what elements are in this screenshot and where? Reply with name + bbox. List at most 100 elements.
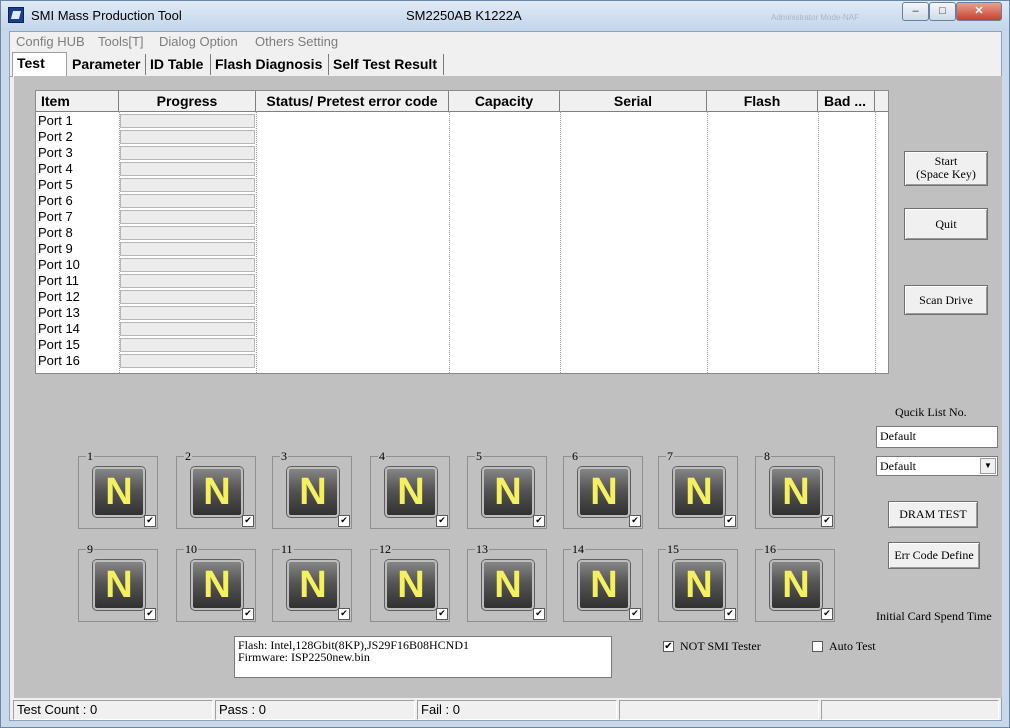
port-row-label[interactable]: Port 13 [38,305,80,321]
port-row-label[interactable]: Port 8 [38,225,73,241]
port-status-3[interactable]: 3 N ✔ [272,449,352,529]
port-enable-checkbox[interactable]: ✔ [242,608,254,620]
tab-self-test-result[interactable]: Self Test Result [329,54,444,75]
port-enable-checkbox[interactable]: ✔ [533,515,545,527]
col-progress[interactable]: Progress [119,91,256,111]
port-status-icon: N [93,467,145,517]
port-enable-checkbox[interactable]: ✔ [242,515,254,527]
menu-others-setting[interactable]: Others Setting [255,34,338,49]
port-status-6[interactable]: 6 N ✔ [563,449,643,529]
maximize-button[interactable]: □ [929,2,956,21]
port-status-12[interactable]: 12 N ✔ [370,542,450,622]
col-bad[interactable]: Bad ... [818,91,875,111]
port-status-glyph: N [299,471,327,513]
dram-test-button[interactable]: DRAM TEST [888,501,978,528]
port-row-label[interactable]: Port 16 [38,353,80,369]
port-status-14[interactable]: 14 N ✔ [563,542,643,622]
port-enable-checkbox[interactable]: ✔ [533,608,545,620]
port-row-label[interactable]: Port 11 [38,273,79,289]
port-row-label[interactable]: Port 4 [38,161,73,177]
port-enable-checkbox[interactable]: ✔ [338,608,350,620]
port-status-2[interactable]: 2 N ✔ [176,449,256,529]
col-serial[interactable]: Serial [560,91,707,111]
port-progress-bar [120,338,255,352]
auto-test-checkbox[interactable] [812,641,823,652]
port-status-11[interactable]: 11 N ✔ [272,542,352,622]
col-status[interactable]: Status/ Pretest error code [256,91,449,111]
port-enable-checkbox[interactable]: ✔ [436,608,448,620]
port-enable-checkbox[interactable]: ✔ [724,515,736,527]
port-progress-bar [120,354,255,368]
menu-dialog-option[interactable]: Dialog Option [159,34,238,49]
port-status-1[interactable]: 1 N ✔ [78,449,158,529]
port-row-label[interactable]: Port 2 [38,129,73,145]
port-status-8[interactable]: 8 N ✔ [755,449,835,529]
quick-list-select[interactable]: Default ▼ [876,456,998,476]
port-row-label[interactable]: Port 10 [38,257,80,273]
port-number-label: 15 [666,542,680,557]
port-status-icon: N [287,467,339,517]
minimize-button[interactable]: – [902,2,929,21]
port-enable-checkbox[interactable]: ✔ [821,608,833,620]
status-cell [619,700,819,720]
port-progress-bar [120,130,255,144]
port-status-16[interactable]: 16 N ✔ [755,542,835,622]
quick-list-input[interactable]: Default [876,426,998,448]
pass-count: Pass : 0 [215,700,415,720]
chip-model: SM2250AB K1222A [406,8,522,23]
port-status-icon: N [770,467,822,517]
port-enable-checkbox[interactable]: ✔ [821,515,833,527]
fail-count: Fail : 0 [417,700,617,720]
port-status-5[interactable]: 5 N ✔ [467,449,547,529]
menu-config-hub[interactable]: Config HUB [16,34,85,49]
tab-parameter[interactable]: Parameter [68,54,146,75]
port-grid[interactable]: Item Progress Status/ Pretest error code… [35,90,889,374]
port-enable-checkbox[interactable]: ✔ [144,515,156,527]
scan-drive-button[interactable]: Scan Drive [904,285,988,315]
menu-bar: Config HUB Tools[T] Dialog Option Others… [10,32,1001,52]
test-count: Test Count : 0 [13,700,213,720]
close-button[interactable]: ✕ [956,2,1002,21]
port-enable-checkbox[interactable]: ✔ [338,515,350,527]
port-number-label: 12 [378,542,392,557]
port-status-icon: N [385,560,437,610]
quit-button[interactable]: Quit [904,208,988,240]
port-enable-checkbox[interactable]: ✔ [724,608,736,620]
port-row-label[interactable]: Port 12 [38,289,80,305]
grid-divider [818,111,819,373]
port-status-7[interactable]: 7 N ✔ [658,449,738,529]
start-button[interactable]: Start (Space Key) [904,151,988,186]
port-row-label[interactable]: Port 9 [38,241,73,257]
chevron-down-icon[interactable]: ▼ [980,458,996,474]
tab-test[interactable]: Test [12,52,67,77]
tab-id-table[interactable]: ID Table [146,54,211,75]
not-smi-tester-checkbox[interactable]: ✔ [663,641,674,652]
col-flash[interactable]: Flash [707,91,818,111]
port-row-label[interactable]: Port 3 [38,145,73,161]
status-cell [821,700,999,720]
port-row-label[interactable]: Port 7 [38,209,73,225]
port-enable-checkbox[interactable]: ✔ [144,608,156,620]
err-code-define-button[interactable]: Err Code Define [888,542,980,569]
port-enable-checkbox[interactable]: ✔ [629,608,641,620]
port-status-icon: N [191,560,243,610]
port-number-label: 5 [475,449,483,464]
col-capacity[interactable]: Capacity [449,91,560,111]
port-status-4[interactable]: 4 N ✔ [370,449,450,529]
menu-tools[interactable]: Tools[T] [98,34,144,49]
port-row-label[interactable]: Port 6 [38,193,73,209]
port-status-13[interactable]: 13 N ✔ [467,542,547,622]
port-enable-checkbox[interactable]: ✔ [629,515,641,527]
port-enable-checkbox[interactable]: ✔ [436,515,448,527]
tab-flash-diagnosis[interactable]: Flash Diagnosis [211,54,329,75]
port-row-label[interactable]: Port 15 [38,337,80,353]
port-row-label[interactable]: Port 1 [38,113,73,129]
port-number-label: 13 [475,542,489,557]
port-row-label[interactable]: Port 14 [38,321,80,337]
port-status-10[interactable]: 10 N ✔ [176,542,256,622]
col-item[interactable]: Item [36,91,119,111]
port-row-label[interactable]: Port 5 [38,177,73,193]
port-status-9[interactable]: 9 N ✔ [78,542,158,622]
port-status-15[interactable]: 15 N ✔ [658,542,738,622]
port-progress-bar [120,162,255,176]
